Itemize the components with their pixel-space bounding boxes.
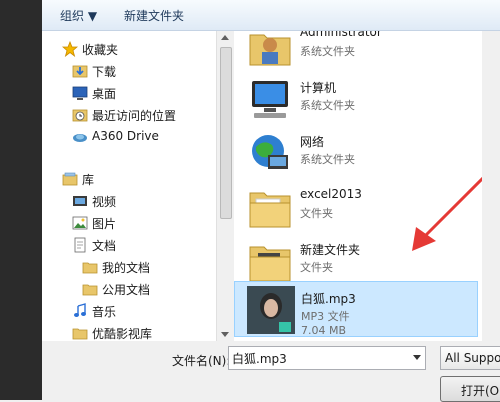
nav-label: 我的文档 [102,261,151,275]
nav-label: 文档 [92,239,117,253]
album-art-thumbnail-icon [247,286,295,334]
filename-value: 白狐.mp3 [232,352,287,366]
filter-label: All Suppor [445,351,500,365]
nav-label: 公用文档 [102,283,151,297]
filename-input[interactable]: 白狐.mp3 [228,346,426,370]
file-type-filter[interactable]: All Suppor [440,346,500,370]
pictures-icon [72,216,88,230]
folder-icon [249,246,291,282]
file-size: 7.04 MB [301,324,347,337]
file-item-computer[interactable]: 计算机 系统文件夹 [234,71,478,127]
navigation-pane: 收藏夹 下载 桌面 最近访问的位置 A360 Drive 库 视频 图片 文档 … [42,31,216,341]
file-list: Administrator 系统文件夹 计算机 系统文件夹 网络 系统文件夹 e… [234,31,482,341]
nav-label: A360 Drive [92,129,159,143]
star-icon [62,41,78,57]
file-type: 文件夹 [300,207,333,220]
nav-item-libraries[interactable]: 库 [42,169,214,189]
network-globe-icon [252,135,288,169]
nav-label: 视频 [92,195,117,209]
file-name: 新建文件夹 [300,243,361,257]
open-label: 打开(O) [461,384,500,398]
nav-item-my-documents[interactable]: 我的文档 [42,257,214,277]
music-icon [74,303,86,317]
folder-icon [82,284,98,296]
folder-icon [82,262,98,274]
nav-item-a360-drive[interactable]: A360 Drive [42,127,214,147]
file-item-baihu-mp3[interactable]: 白狐.mp3 MP3 文件 7.04 MB [234,281,478,337]
file-name: 网络 [300,135,325,149]
background-window [0,0,42,400]
nav-item-favorites[interactable]: 收藏夹 [42,39,214,59]
nav-label: 最近访问的位置 [92,109,177,123]
downloads-folder-icon [72,65,88,78]
file-list-scrollbar[interactable] [482,31,500,341]
chevron-down-icon[interactable] [413,355,421,360]
cloud-drive-icon [73,134,87,142]
nav-label: 收藏夹 [82,43,119,57]
library-icon [62,172,78,186]
nav-item-downloads[interactable]: 下载 [42,61,214,81]
documents-icon [74,237,86,253]
toolbar: 组织 ▼ 新建文件夹 [42,0,500,31]
filename-label: 文件名(N): [172,354,231,368]
desktop-icon [72,86,88,100]
nav-item-recent[interactable]: 最近访问的位置 [42,105,214,125]
nav-item-youku[interactable]: 优酷影视库 [42,323,214,341]
file-name: 白狐.mp3 [301,292,356,306]
file-type: 系统文件夹 [300,45,355,58]
nav-label: 音乐 [92,305,117,319]
nav-label: 桌面 [92,87,117,101]
computer-icon [252,81,288,118]
nav-label: 优酷影视库 [92,327,153,341]
nav-item-videos[interactable]: 视频 [42,191,214,211]
file-name: Administrator [300,31,382,39]
new-folder-button[interactable]: 新建文件夹 [124,7,184,24]
scroll-down-icon[interactable] [221,332,229,337]
nav-item-music[interactable]: 音乐 [42,301,214,321]
nav-label: 图片 [92,217,117,231]
open-button[interactable]: 打开(O) [440,376,500,402]
nav-item-desktop[interactable]: 桌面 [42,83,214,103]
file-type: 系统文件夹 [300,99,355,112]
file-type: 系统文件夹 [300,153,355,166]
folder-icon [249,192,291,228]
open-file-dialog: 组织 ▼ 新建文件夹 收藏夹 下载 桌面 最近访问的位置 A360 Drive … [42,0,500,402]
file-name: excel2013 [300,187,362,201]
file-type: MP3 文件 [301,310,350,323]
nav-item-public-documents[interactable]: 公用文档 [42,279,214,299]
file-name: 计算机 [300,81,337,95]
video-icon [73,196,87,206]
red-arrow-annotation-icon [412,176,482,251]
file-item-administrator[interactable]: Administrator 系统文件夹 [234,31,478,73]
scroll-up-icon[interactable] [221,35,229,40]
folder-icon [72,328,88,340]
file-type: 文件夹 [300,261,333,274]
nav-scrollbar[interactable] [216,31,234,341]
nav-item-documents[interactable]: 文档 [42,235,214,255]
nav-item-pictures[interactable]: 图片 [42,213,214,233]
user-folder-icon [249,34,291,66]
bottom-bar: 文件名(N): 白狐.mp3 All Suppor 打开(O) [42,341,500,402]
nav-label: 下载 [92,65,117,79]
scroll-thumb[interactable] [220,47,232,219]
recent-places-icon [72,109,88,122]
nav-label: 库 [82,173,95,187]
organize-button[interactable]: 组织 ▼ [60,7,97,24]
